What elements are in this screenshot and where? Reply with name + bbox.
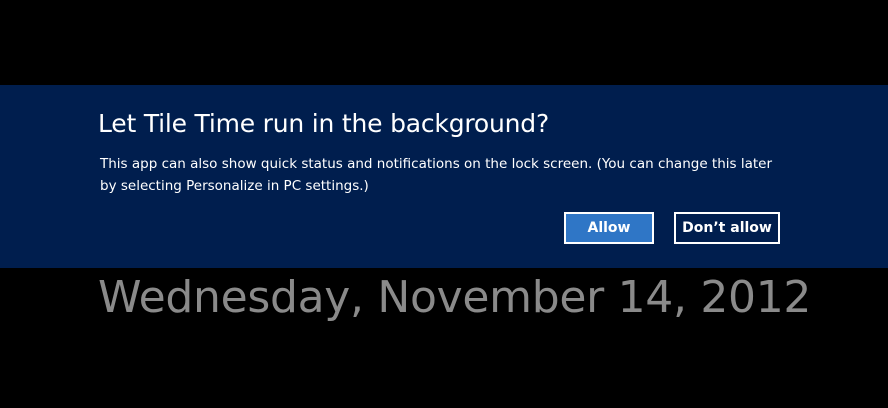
dialog-buttons: Allow Don’t allow	[564, 212, 780, 244]
dialog-message: This app can also show quick status and …	[100, 156, 773, 194]
dont-allow-button[interactable]: Don’t allow	[674, 212, 780, 244]
background-permission-dialog: Let Tile Time run in the background? Thi…	[0, 85, 888, 268]
dialog-title: Let Tile Time run in the background?	[98, 109, 550, 138]
allow-button[interactable]: Allow	[564, 212, 654, 244]
lock-screen: Let Tile Time run in the background? Thi…	[0, 0, 888, 408]
lock-screen-date: Wednesday, November 14, 2012	[98, 272, 812, 323]
